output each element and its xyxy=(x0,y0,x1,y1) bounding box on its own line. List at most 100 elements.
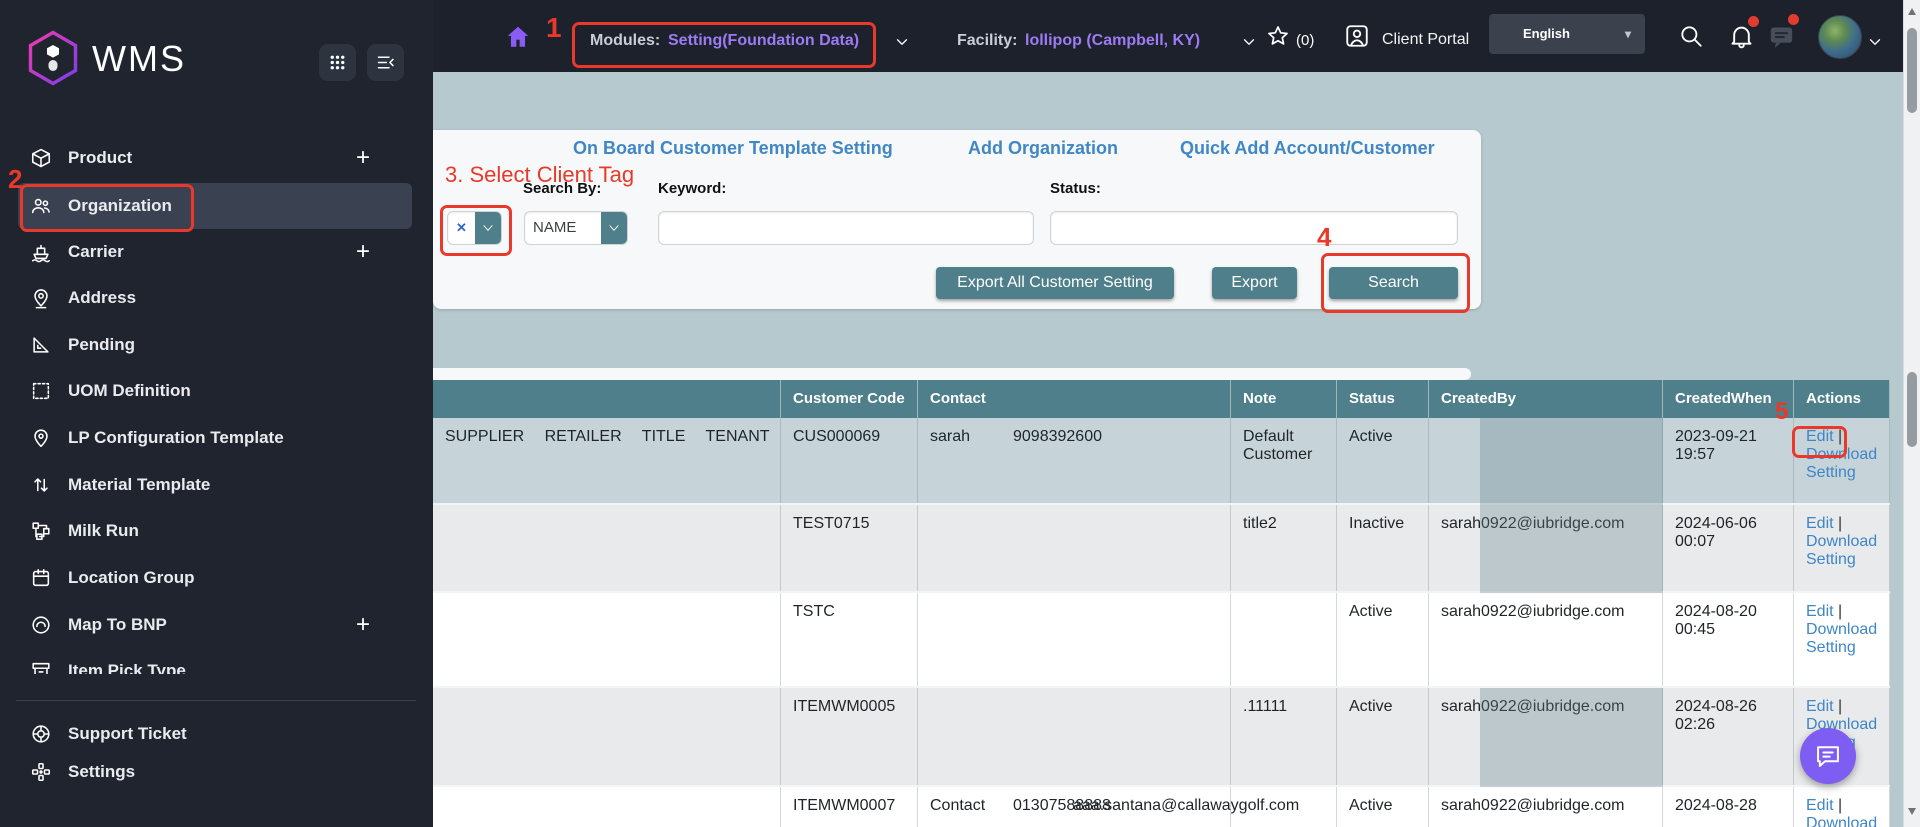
search-by-select[interactable]: NAME xyxy=(524,211,628,245)
avatar[interactable] xyxy=(1818,15,1862,59)
sidebar-item-label: LP Configuration Template xyxy=(68,428,284,447)
box-icon xyxy=(30,147,52,169)
arrows-up-down-icon xyxy=(30,474,52,496)
chevron-down-icon[interactable] xyxy=(601,212,627,244)
column-header-customer-code: Customer Code xyxy=(781,380,918,418)
sidebar-item-product[interactable]: Product + xyxy=(0,135,433,181)
chevron-down-icon[interactable] xyxy=(1866,33,1884,51)
tab-onboard-customer-template-setting[interactable]: On Board Customer Template Setting xyxy=(573,138,893,159)
annotation-2: 2 xyxy=(8,164,23,194)
message-icon[interactable] xyxy=(1768,23,1795,50)
download-setting-link[interactable]: Download Setting xyxy=(1806,621,1877,656)
sidebar-item-carrier[interactable]: Carrier + xyxy=(0,229,433,275)
sidebar-item-label: Milk Run xyxy=(68,521,139,540)
search-panel: On Board Customer Template Setting Add O… xyxy=(433,130,1481,313)
expand-plus-icon[interactable]: + xyxy=(356,611,370,639)
sidebar-item-address[interactable]: Address xyxy=(0,275,433,321)
sidebar-item-item-pick-type[interactable]: Item Pick Type xyxy=(0,648,433,674)
lifebuoy-icon xyxy=(30,723,52,745)
download-setting-link[interactable]: Download Setting xyxy=(1806,533,1877,568)
vertical-scrollbar[interactable] xyxy=(1903,0,1920,827)
scroll-up-arrow[interactable] xyxy=(1908,8,1916,15)
map-pin-icon xyxy=(30,287,52,309)
edit-link[interactable]: Edit xyxy=(1806,603,1834,620)
sidebar-item-location-group[interactable]: Location Group xyxy=(0,555,433,601)
users-icon xyxy=(30,195,52,217)
language-select[interactable]: English ▾ xyxy=(1489,14,1645,54)
chat-fab[interactable] xyxy=(1800,728,1856,784)
cell-customer-code: TSTC xyxy=(781,593,918,686)
sidebar-item-label: Carrier xyxy=(68,242,124,261)
sidebar-item-organization[interactable]: Organization xyxy=(18,183,412,229)
sidebar-item-settings[interactable]: Settings xyxy=(0,749,433,795)
sidebar-item-lp-configuration-template[interactable]: LP Configuration Template xyxy=(0,415,433,461)
collapse-menu-icon[interactable] xyxy=(367,44,404,81)
cell-contact: sarah 9098392600 xyxy=(918,418,1231,503)
table-row: TSTC Active sarah0922@iubridge.com 2024-08-… xyxy=(433,593,1890,688)
keyword-input[interactable] xyxy=(658,211,1034,245)
download-setting-link[interactable]: Download Setting xyxy=(1806,815,1877,827)
search-icon[interactable] xyxy=(1678,23,1704,49)
flow-icon xyxy=(30,520,52,542)
cell-customer-code: CUS000069 xyxy=(781,418,918,503)
sidebar-item-milk-run[interactable]: Milk Run xyxy=(0,508,433,554)
sidebar-item-material-template[interactable]: Material Template xyxy=(0,462,433,508)
table-scrollbar-thumb[interactable] xyxy=(1907,372,1917,447)
message-notification-dot xyxy=(1788,14,1799,25)
export-button[interactable]: Export xyxy=(1212,267,1297,299)
apps-grid-icon[interactable] xyxy=(319,44,356,81)
chevron-down-icon[interactable] xyxy=(1240,33,1258,51)
edit-link[interactable]: Edit xyxy=(1806,698,1834,715)
export-all-customer-setting-button[interactable]: Export All Customer Setting xyxy=(936,267,1174,299)
table-row: SUPPLIER RETAILER TITLE TENANT CUS000069 s… xyxy=(433,418,1890,505)
edit-link[interactable]: Edit xyxy=(1806,515,1834,532)
clear-x-icon[interactable]: ✕ xyxy=(448,212,475,244)
sidebar-item-map-to-bnp[interactable]: Map To BNP + xyxy=(0,602,433,648)
scrollbar-thumb[interactable] xyxy=(1907,28,1917,113)
sidebar-divider xyxy=(16,700,416,701)
client-tag-select[interactable]: ✕ xyxy=(447,211,502,245)
cell-customer-code: TEST0715 xyxy=(781,505,918,591)
cell-note: title2 xyxy=(1231,505,1337,591)
sidebar-item-label: Item Pick Type xyxy=(68,661,186,674)
cell-created-by: sarah0922@iubridge.com xyxy=(1429,787,1663,827)
client-portal-icon[interactable] xyxy=(1344,23,1370,49)
chevron-down-icon[interactable] xyxy=(475,212,501,244)
facility-value[interactable]: lollipop (Campbell, KY) xyxy=(1025,32,1200,50)
annotation-1: 1 xyxy=(546,12,562,43)
tab-quick-add-account-customer[interactable]: Quick Add Account/Customer xyxy=(1180,138,1435,159)
sidebar-item-uom-definition[interactable]: UOM Definition xyxy=(0,368,433,414)
annotation-3: 3. Select Client Tag xyxy=(445,162,635,187)
cell-actions: Edit | Download Setting xyxy=(1794,593,1890,686)
wms-logo xyxy=(27,30,79,86)
expand-plus-icon[interactable]: + xyxy=(356,238,370,266)
caret-down-icon: ▾ xyxy=(1624,27,1631,41)
action-separator: | xyxy=(1833,515,1843,532)
sidebar-item-label: Product xyxy=(68,148,133,167)
client-portal-label[interactable]: Client Portal xyxy=(1382,31,1469,49)
table-body: SUPPLIER RETAILER TITLE TENANT CUS000069 s… xyxy=(433,418,1890,827)
home-icon[interactable] xyxy=(505,24,531,50)
search-button[interactable]: Search xyxy=(1329,267,1458,299)
cell-name xyxy=(433,787,781,827)
edit-link[interactable]: Edit xyxy=(1806,428,1834,445)
star-count: (0) xyxy=(1296,32,1315,49)
expand-plus-icon[interactable]: + xyxy=(356,144,370,172)
sidebar-item-label: Map To BNP xyxy=(68,615,167,634)
sidebar-item-pending[interactable]: Pending xyxy=(0,322,433,368)
edit-link[interactable]: Edit xyxy=(1806,797,1834,814)
download-setting-link[interactable]: Download Setting xyxy=(1806,446,1877,481)
tab-add-organization[interactable]: Add Organization xyxy=(968,138,1118,159)
cell-created-by: sarah0922@iubridge.com xyxy=(1429,505,1663,591)
modules-value[interactable]: Setting(Foundation Data) xyxy=(668,32,859,50)
pin-badge-icon xyxy=(30,427,52,449)
star-icon[interactable] xyxy=(1266,24,1290,48)
chevron-down-icon[interactable] xyxy=(893,33,911,51)
column-header-note: Note xyxy=(1231,380,1337,418)
calendar-icon xyxy=(30,567,52,589)
archive-icon xyxy=(30,660,52,674)
search-by-value: NAME xyxy=(533,219,577,236)
status-input[interactable] xyxy=(1050,211,1458,245)
action-separator: | xyxy=(1833,428,1843,445)
scroll-down-arrow[interactable] xyxy=(1908,808,1916,815)
